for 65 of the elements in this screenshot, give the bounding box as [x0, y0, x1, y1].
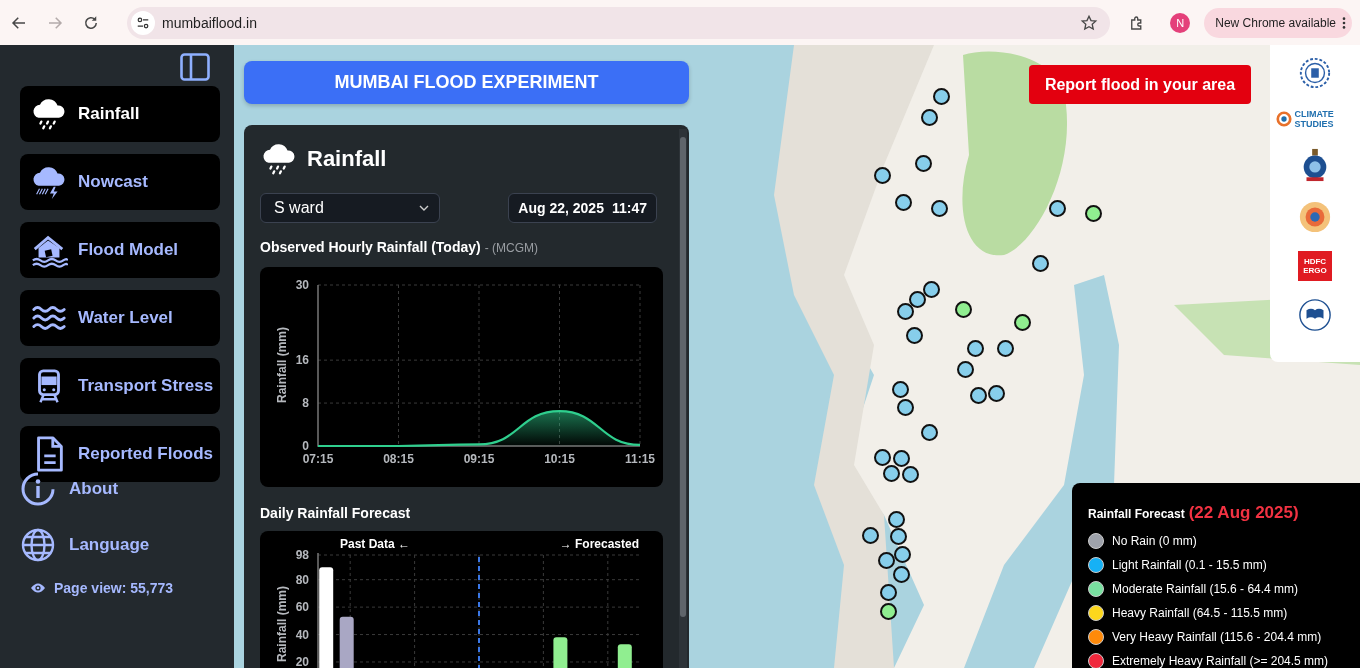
page-view-count: Page view: 55,773 — [54, 580, 174, 596]
date-text: Aug 22, 2025 — [518, 200, 604, 216]
info-icon — [20, 471, 56, 507]
axis-tick-label: 60 — [295, 600, 309, 615]
sidebar-item[interactable]: Flood Model — [20, 222, 220, 278]
legend-label: No Rain (0 mm) — [1112, 534, 1197, 548]
sidebar-item[interactable]: Transport Stress — [20, 358, 220, 414]
scrollbar[interactable] — [679, 129, 687, 668]
eye-icon — [30, 581, 46, 595]
app-title: MUMBAI FLOOD EXPERIMENT — [244, 61, 689, 104]
sidebar-item[interactable]: Water Level — [20, 290, 220, 346]
logo — [1297, 297, 1333, 333]
axis-tick-label: 80 — [295, 572, 309, 587]
ward-dropdown[interactable]: S ward — [260, 193, 440, 223]
section-title: Daily Rainfall Forecast — [260, 505, 411, 521]
axis-tick-label: 08:15 — [383, 452, 414, 466]
update-button[interactable]: New Chrome available — [1204, 7, 1352, 38]
site-settings-icon[interactable] — [136, 15, 150, 30]
axis-tick-label: 30 — [295, 278, 309, 292]
sidebar-toggle-icon[interactable] — [180, 53, 210, 81]
axis-tick-label: 10:15 — [544, 452, 575, 466]
logo: CLIMATE STUDIES — [1273, 107, 1357, 131]
axis-tick-label: 8 — [302, 396, 309, 411]
logo — [1297, 199, 1333, 235]
annotation-label: Past Data ← — [340, 537, 410, 551]
axis-tick-label: 20 — [295, 654, 309, 668]
axis-tick-label: 16 — [295, 353, 309, 368]
axis-tick-label: 07:15 — [302, 452, 334, 466]
legend-label: Heavy Rainfall (64.5 - 115.5 mm) — [1112, 606, 1288, 620]
scrollbar-thumb[interactable] — [680, 137, 686, 617]
bar — [339, 616, 354, 668]
globe-icon — [20, 527, 56, 563]
time-text: 11:47 — [611, 200, 647, 216]
axis-tick-label: 0 — [302, 439, 309, 453]
legend-label: Moderate Rainfall (15.6 - 64.4 mm) — [1112, 582, 1299, 596]
report-flood-button[interactable]: Report flood in your area — [1029, 65, 1251, 104]
axis-title: Rainfall (mm) — [275, 327, 289, 403]
axis-tick-label: 40 — [295, 627, 309, 642]
more-options-icon[interactable] — [1342, 15, 1346, 30]
bookmark-star-icon[interactable] — [1080, 13, 1099, 32]
legend-label: Extremely Heavy Rainfall (>= 204.5 mm) — [1112, 654, 1329, 668]
panel-title: Rainfall — [307, 146, 387, 172]
sidebar-item[interactable]: Reported Floods — [20, 426, 220, 482]
address-bar[interactable]: mumbaiflood.in — [127, 6, 1111, 39]
axis-tick-label: 98 — [295, 548, 309, 562]
profile-avatar[interactable]: N — [1170, 12, 1191, 33]
axis-title: Rainfall (mm) — [275, 586, 289, 662]
source-label: - (MCGM) — [484, 241, 538, 255]
bar — [617, 644, 632, 668]
legend-label: Very Heavy Rainfall (115.6 - 204.4 mm) — [1112, 630, 1322, 644]
sidebar-link[interactable]: Language — [20, 526, 150, 564]
bar — [553, 637, 568, 668]
legend-label: Light Rainfall (0.1 - 15.5 mm) — [1112, 558, 1267, 572]
logo: HDFC ERGO — [1298, 251, 1332, 281]
legend-date: (22 Aug 2025) — [1188, 503, 1299, 523]
sidebar-item[interactable]: Nowcast — [20, 154, 220, 210]
url-text: mumbaiflood.in — [162, 14, 258, 31]
axis-tick-label: 09:15 — [463, 452, 495, 466]
section-title: Observed Hourly Rainfall (Today) — [260, 239, 481, 255]
sidebar-item[interactable]: Rainfall — [20, 86, 220, 142]
axis-tick-label: 11:15 — [625, 452, 655, 466]
annotation-label: → Forecasted — [559, 537, 639, 551]
legend-title: Rainfall Forecast — [1088, 507, 1185, 521]
chevron-down-icon — [419, 204, 429, 212]
logo — [1297, 55, 1333, 91]
